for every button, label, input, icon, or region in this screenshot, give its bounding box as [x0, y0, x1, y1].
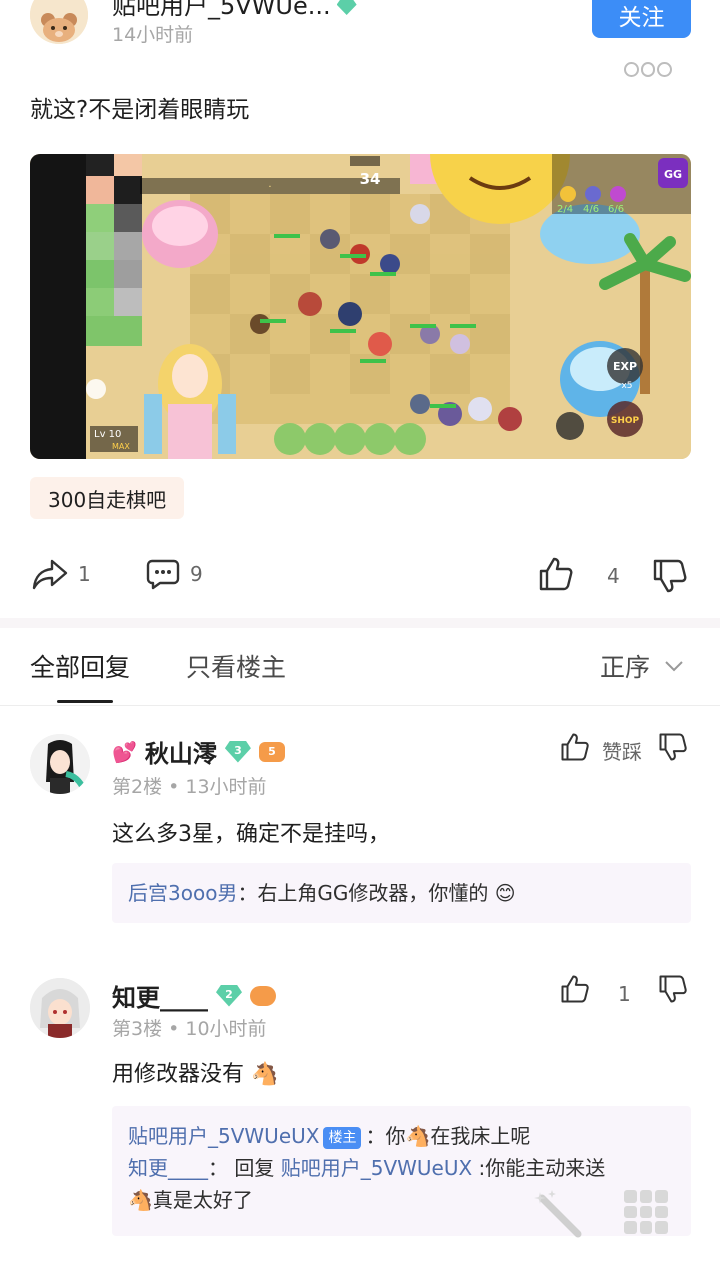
comment-button[interactable]: 9 — [146, 558, 203, 590]
reply-text: 这么多3星，确定不是挂吗， — [112, 822, 390, 847]
sub-reply: 后宫3ooo男：右上角GG修改器，你懂的 😊 — [128, 881, 516, 905]
post-time: 14小时前 — [112, 24, 194, 46]
chevron-down-icon — [665, 661, 683, 672]
thumbs-up-icon — [539, 557, 573, 591]
author-avatar[interactable] — [30, 0, 88, 44]
reply-like-label: 赞踩 — [602, 740, 642, 764]
like-count: 4 — [607, 564, 620, 588]
svg-text:Lv 10: Lv 10 — [94, 429, 121, 440]
share-icon — [32, 559, 68, 590]
tab-op-only[interactable]: 只看楼主 — [186, 648, 286, 684]
reply-avatar[interactable] — [30, 734, 90, 794]
horse-emoji-icon: 🐴 — [128, 1188, 153, 1212]
horse-emoji-icon: 🐴 — [244, 1062, 279, 1087]
gamepad-badge-icon — [250, 985, 276, 1006]
reply-text: 用修改器没有 🐴 — [112, 1062, 279, 1087]
reply-floor-time: 第3楼 • 10小时前 — [112, 1018, 267, 1040]
shop-button: SHOP — [611, 416, 640, 426]
tab-all-replies[interactable]: 全部回复 — [30, 648, 130, 684]
thumbs-down-icon — [659, 733, 687, 761]
reply-author[interactable]: 知更____ 2 — [112, 978, 276, 1013]
active-tab-indicator — [57, 700, 113, 703]
comment-icon — [146, 559, 180, 590]
sub-replies[interactable]: 贴吧用户_5VWUeUX 楼主 ：你🐴在我床上呢 知更____： 回复 贴吧用户_5… — [112, 1106, 691, 1236]
keyboard-grid-icon[interactable] — [624, 1190, 668, 1234]
sub-reply-author[interactable]: 贴吧用户_5VWUeUX — [128, 1124, 319, 1148]
reply-like-count: 1 — [618, 982, 631, 1006]
sub-reply-author[interactable]: 后宫3ooo男 — [128, 881, 237, 905]
magic-wand-icon[interactable] — [532, 1188, 584, 1240]
reply-author[interactable]: 💕 秋山澪 3 5 — [112, 734, 285, 769]
post-header: 贴吧用户_5VWUe... 14小时前 关注 — [0, 0, 720, 80]
svg-text:·: · — [268, 182, 271, 193]
sub-reply: 贴吧用户_5VWUeUX 楼主 ：你🐴在我床上呢 — [128, 1124, 531, 1149]
thumbs-down-icon — [659, 975, 687, 1003]
exp-button: EXP — [613, 360, 637, 373]
follow-button[interactable]: 关注 — [592, 0, 691, 38]
thumbs-down-icon — [653, 559, 687, 593]
hearts-icon: 💕 — [112, 739, 137, 764]
sort-dropdown[interactable]: 正序 — [600, 648, 684, 684]
smile-emoji-icon: 😊 — [488, 881, 516, 905]
level-badge-icon: 2 — [216, 984, 242, 1007]
game-timer: 34 — [360, 170, 381, 188]
sub-reply-author[interactable]: 知更____ — [128, 1156, 208, 1180]
sub-replies[interactable]: 后宫3ooo男：右上角GG修改器，你懂的 😊 — [112, 863, 691, 923]
reply-floor-time: 第2楼 • 13小时前 — [112, 776, 267, 798]
gg-icon: GG — [664, 168, 682, 181]
reply-tabs: 全部回复 只看楼主 正序 — [0, 628, 720, 706]
svg-text:MAX: MAX — [112, 442, 130, 451]
section-divider — [0, 618, 720, 628]
thumbs-up-icon — [561, 733, 589, 761]
comment-count: 9 — [190, 562, 203, 586]
sub-reply-target[interactable]: 贴吧用户_5VWUeUX — [281, 1156, 472, 1180]
level-badge-icon — [336, 0, 357, 15]
sub-reply: 知更____： 回复 贴吧用户_5VWUeUX :你能主动来送 🐴真是太好了 — [128, 1156, 606, 1212]
reply-like-button[interactable] — [560, 974, 590, 1004]
thumbs-up-icon — [561, 975, 589, 1003]
svg-text:x5: x5 — [621, 381, 632, 391]
reply-dislike-button[interactable] — [658, 732, 688, 762]
post-body: 就这?不是闭着眼睛玩 — [30, 97, 250, 123]
post-image[interactable]: · 34 2/4 4/6 6/6 GG EXP x5 SHOP Lv 10 MA… — [30, 154, 691, 459]
post-actions: 1 9 4 — [0, 552, 720, 602]
like-button[interactable] — [538, 556, 574, 592]
reply-avatar[interactable] — [30, 978, 90, 1038]
svg-text:2/4: 2/4 — [557, 204, 573, 215]
horse-emoji-icon: 🐴 — [405, 1124, 431, 1148]
reply-like-button[interactable] — [560, 732, 590, 762]
reply-dislike-button[interactable] — [658, 974, 688, 1004]
forum-tag[interactable]: 300自走棋吧 — [30, 477, 185, 519]
more-options-icon[interactable] — [624, 62, 673, 78]
author-name[interactable]: 贴吧用户_5VWUe... — [112, 0, 357, 21]
svg-text:4/6: 4/6 — [583, 204, 599, 215]
vip-badge-icon: 5 — [258, 741, 285, 762]
op-badge: 楼主 — [323, 1126, 362, 1149]
sort-label: 正序 — [600, 653, 651, 682]
share-button[interactable]: 1 — [32, 558, 91, 590]
svg-text:6/6: 6/6 — [608, 204, 624, 215]
share-count: 1 — [78, 562, 91, 586]
level-badge-icon: 3 — [224, 740, 251, 763]
dislike-button[interactable] — [652, 558, 688, 594]
